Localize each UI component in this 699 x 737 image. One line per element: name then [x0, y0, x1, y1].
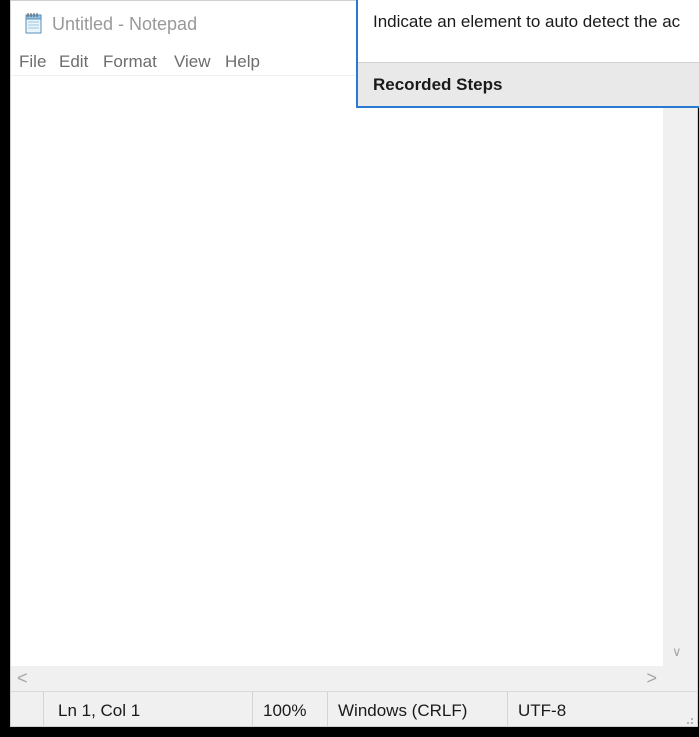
- zoom-level: 100%: [263, 701, 307, 720]
- cursor-position: Ln 1, Col 1: [58, 701, 141, 720]
- recorded-steps-label: Recorded Steps: [373, 75, 503, 94]
- menu-help[interactable]: Help: [225, 52, 260, 72]
- scroll-right-icon[interactable]: >: [646, 668, 657, 689]
- menu-format[interactable]: Format: [103, 52, 157, 72]
- vertical-scrollbar[interactable]: ∨: [663, 76, 697, 666]
- menu-file[interactable]: File: [19, 52, 46, 72]
- status-zoom-segment: 100%: [252, 692, 327, 726]
- encoding: UTF-8: [518, 701, 567, 720]
- horizontal-scrollbar[interactable]: < >: [11, 666, 663, 691]
- notepad-window: Untitled - Notepad File Edit Format View…: [10, 0, 698, 727]
- scroll-down-icon[interactable]: ∨: [672, 644, 682, 660]
- text-editor-area[interactable]: [11, 76, 663, 666]
- resize-grip-icon[interactable]: [683, 715, 693, 725]
- status-encoding-segment: UTF-8: [507, 692, 697, 726]
- scroll-left-icon[interactable]: <: [17, 668, 28, 689]
- scrollbar-corner: [663, 666, 697, 691]
- menu-edit[interactable]: Edit: [59, 52, 88, 72]
- window-title: Untitled - Notepad: [52, 14, 198, 34]
- status-position-segment: Ln 1, Col 1: [43, 692, 252, 726]
- status-line-ending-segment: Windows (CRLF): [327, 692, 507, 726]
- recorded-steps-header[interactable]: Recorded Steps: [358, 62, 699, 106]
- recorder-popup: Indicate an element to auto detect the a…: [356, 0, 699, 108]
- popup-instruction-text: Indicate an element to auto detect the a…: [373, 12, 681, 31]
- line-ending: Windows (CRLF): [338, 701, 468, 720]
- menu-view[interactable]: View: [174, 52, 211, 72]
- status-bar: Ln 1, Col 1 100% Windows (CRLF) UTF-8: [11, 691, 697, 726]
- notepad-icon: [24, 12, 44, 34]
